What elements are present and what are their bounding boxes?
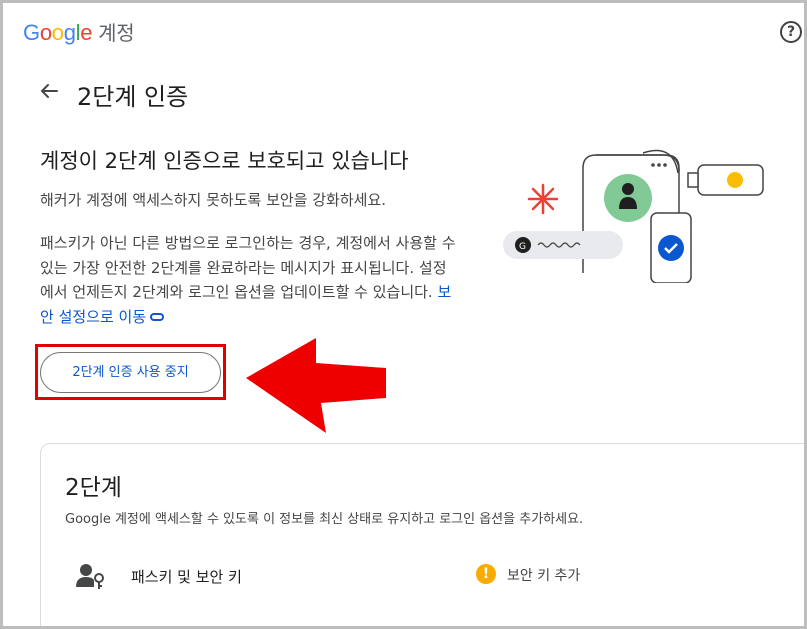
passkey-icon (76, 564, 104, 589)
two-step-card: 2단계 Google 계정에 액세스할 수 있도록 이 정보를 최신 상태로 유… (40, 443, 804, 626)
security-illustration: G (503, 149, 764, 283)
logo-letter: o (51, 20, 64, 45)
card-description: Google 계정에 액세스할 수 있도록 이 정보를 최신 상태로 유지하고 … (65, 512, 584, 527)
help-icon[interactable]: ? (780, 21, 802, 43)
info-paragraph: 패스키가 아닌 다른 방법으로 로그인하는 경우, 계정에서 사용할 수 있는 … (40, 231, 460, 329)
link-icon (150, 313, 165, 321)
turn-off-2sv-button[interactable]: 2단계 인증 사용 중지 (40, 352, 221, 393)
red-arrow-icon (246, 338, 386, 433)
logo-letter: o (39, 20, 52, 45)
page-frame: Google 계정 ? 2단계 인증 계정이 2단계 인증으로 보호되고 있습니다… (0, 0, 807, 629)
logo-letter: G (23, 20, 40, 45)
status-headline: 계정이 2단계 인증으로 보호되고 있습니다 (40, 149, 409, 173)
logo-letter: g (63, 20, 76, 45)
card-title: 2단계 (65, 475, 122, 501)
account-label: 계정 (98, 21, 135, 45)
add-security-key-label[interactable]: 보안 키 추가 (507, 565, 580, 585)
passkey-label[interactable]: 패스키 및 보안 키 (131, 566, 242, 587)
svg-text:G: G (519, 242, 526, 252)
status-subtext: 해커가 계정에 액세스하지 못하도록 보안을 강화하세요. (40, 191, 387, 209)
logo-letter: e (80, 20, 93, 45)
warning-icon: ! (476, 564, 496, 584)
page-title: 2단계 인증 (77, 83, 189, 111)
info-paragraph-text: 패스키가 아닌 다른 방법으로 로그인하는 경우, 계정에서 사용할 수 있는 … (40, 234, 456, 301)
back-arrow-icon[interactable] (37, 79, 61, 103)
google-account-logo[interactable]: Google 계정 (23, 17, 135, 46)
